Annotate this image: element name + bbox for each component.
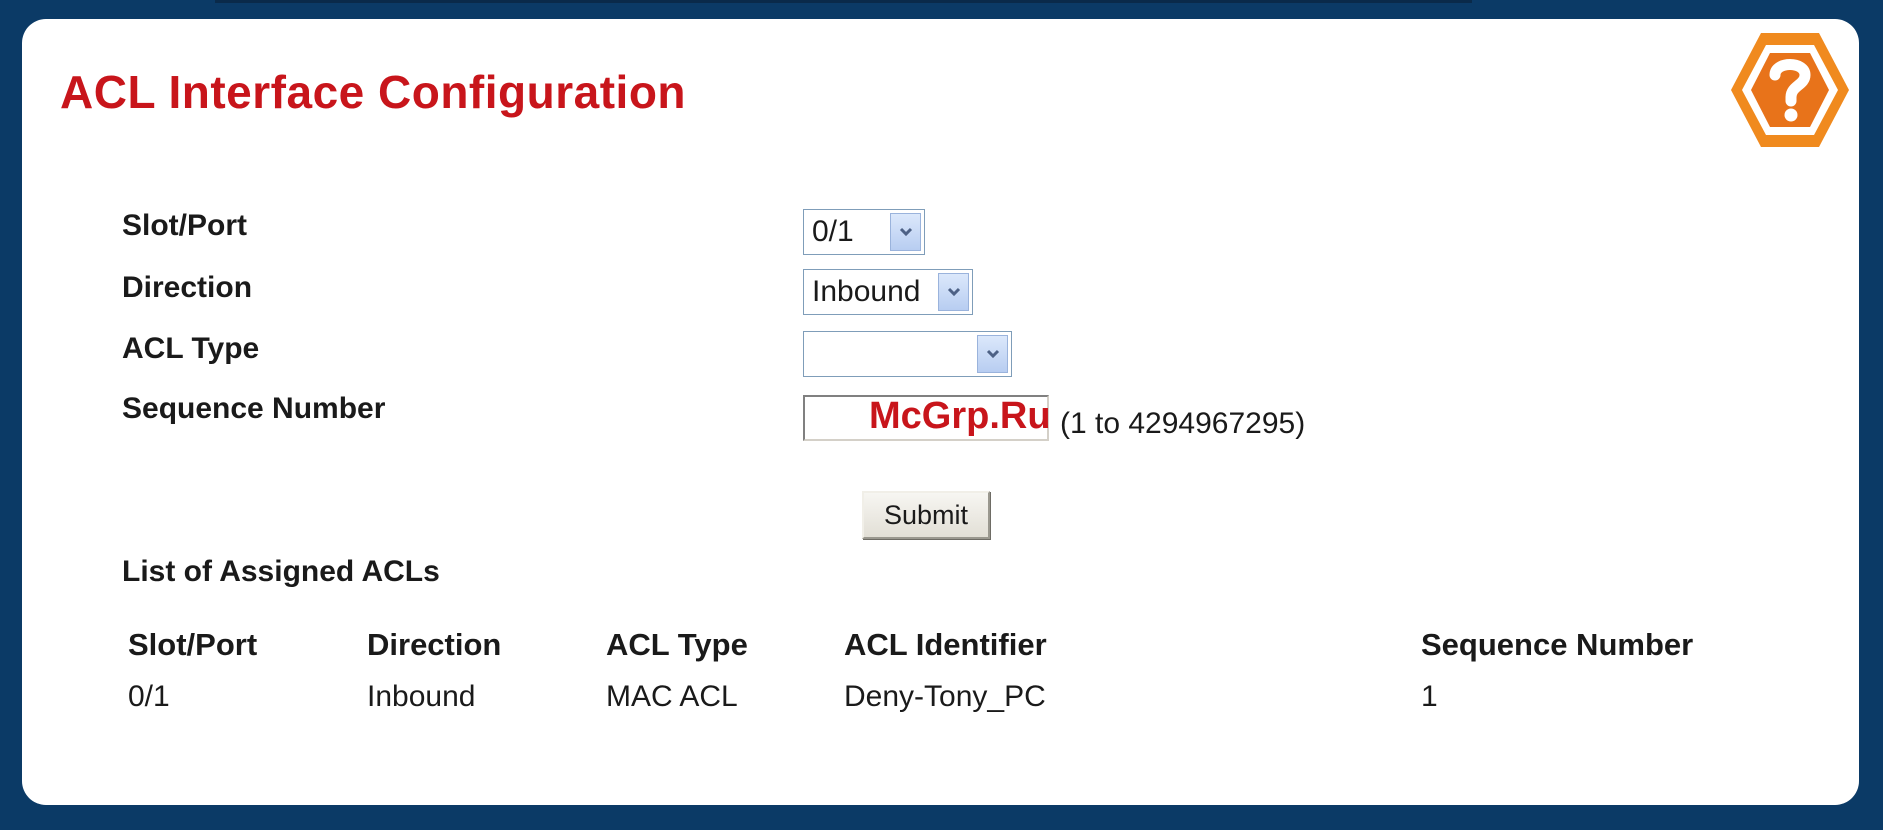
- col-header-slot-port: Slot/Port: [128, 627, 258, 662]
- col-header-sequence-number: Sequence Number: [1421, 627, 1694, 662]
- cell-acl-identifier: Deny-Tony_PC: [844, 680, 1046, 713]
- col-header-direction: Direction: [367, 627, 502, 662]
- col-header-acl-type: ACL Type: [606, 627, 748, 662]
- cell-direction: Inbound: [367, 680, 476, 713]
- acl-type-select[interactable]: [803, 331, 1012, 377]
- acl-type-label: ACL Type: [122, 332, 260, 365]
- slot-port-value: 0/1: [812, 215, 854, 248]
- sequence-range-hint: (1 to 4294967295): [1060, 407, 1306, 440]
- cell-acl-type: MAC ACL: [606, 680, 738, 713]
- chevron-down-icon[interactable]: [938, 273, 969, 311]
- watermark: McGrp.Ru: [869, 395, 1051, 437]
- submit-button[interactable]: Submit: [862, 491, 990, 539]
- assigned-acls-title: List of Assigned ACLs: [122, 555, 440, 588]
- sequence-number-label: Sequence Number: [122, 392, 386, 425]
- top-border-strip: [215, 0, 1472, 3]
- slot-port-label: Slot/Port: [122, 209, 247, 242]
- help-icon[interactable]: [1725, 25, 1855, 155]
- direction-select[interactable]: Inbound: [803, 269, 973, 315]
- cell-slot-port: 0/1: [128, 680, 170, 713]
- chevron-down-icon[interactable]: [890, 213, 921, 251]
- page-title: ACL Interface Configuration: [60, 66, 687, 118]
- content-panel: ACL Interface Configuration Slot/Port 0/…: [22, 19, 1859, 805]
- slot-port-select[interactable]: 0/1: [803, 209, 925, 255]
- direction-label: Direction: [122, 271, 253, 304]
- direction-value: Inbound: [812, 275, 921, 308]
- col-header-acl-identifier: ACL Identifier: [844, 627, 1047, 662]
- cell-sequence-number: 1: [1421, 680, 1438, 713]
- chevron-down-icon[interactable]: [977, 335, 1008, 373]
